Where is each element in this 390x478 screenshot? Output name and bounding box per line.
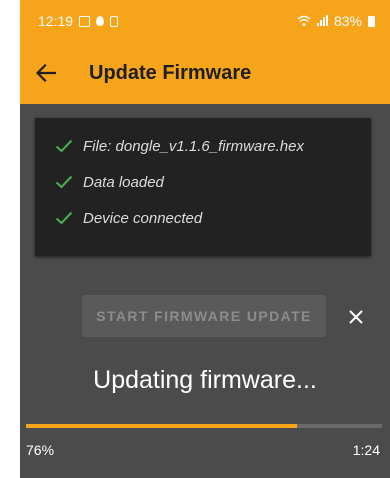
status-time: 12:19 [38,13,74,29]
clipboard-icon [110,15,119,27]
update-status-text: Updating firmware... [93,366,317,394]
wifi-icon [297,13,311,29]
check-row-data: Data loaded [35,164,371,200]
check-label: Device connected [83,209,203,227]
time-remaining: 1:24 [352,442,380,458]
check-row-device: Device connected [35,200,371,236]
progress-percent: 76% [26,442,55,458]
app-bar: Update Firmware [20,42,390,104]
image-icon [79,15,91,27]
progress-bar [26,424,382,428]
status-bar-right: 83% [297,13,375,29]
close-icon[interactable] [346,307,366,327]
check-label: Data loaded [83,173,164,191]
status-bar-left: 12:19 [38,13,119,29]
battery-percent: 83% [333,13,362,29]
battery-icon [368,15,375,27]
page-title: Update Firmware [89,61,252,84]
check-row-file: File: dongle_v1.1.6_firmware.hex [35,128,371,164]
progress-fill [26,424,297,428]
signal-icon [316,13,328,29]
check-icon [55,175,73,189]
start-firmware-update-button[interactable]: START FIRMWARE UPDATE [82,295,326,337]
check-label: File: dongle_v1.1.6_firmware.hex [83,137,304,155]
app-frame: 12:19 83% Update Firmware File: dongle_v… [0,0,390,478]
phone-screen: 12:19 83% Update Firmware File: dongle_v… [20,0,390,478]
location-pin-icon [96,16,105,26]
back-arrow-icon[interactable] [34,61,58,85]
status-card: File: dongle_v1.1.6_firmware.hex Data lo… [35,118,371,256]
check-icon [55,211,73,225]
status-bar: 12:19 83% [20,0,390,42]
check-icon [55,139,73,153]
